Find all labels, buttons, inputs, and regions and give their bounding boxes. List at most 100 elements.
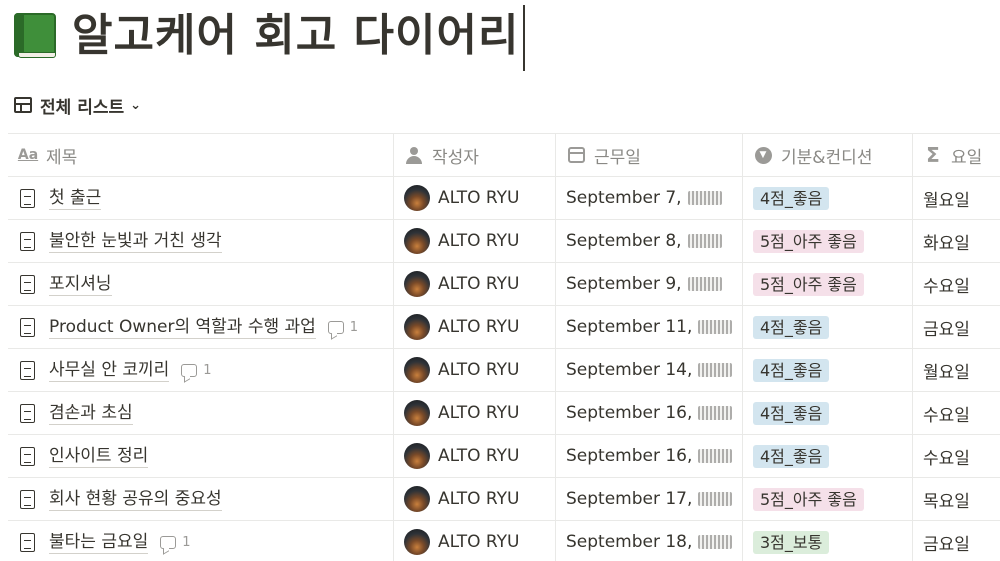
comment-icon [181, 363, 198, 377]
title-cell[interactable]: 회사 현황 공유의 중요성 [8, 478, 394, 520]
mood-tag: 3점_보통 [753, 530, 830, 554]
mood-cell[interactable]: 5점_아주 좋음 [743, 220, 913, 262]
mood-tag: 5점_아주 좋음 [753, 272, 864, 296]
comment-count[interactable]: 1 [181, 363, 212, 378]
column-header-author[interactable]: 작성자 [394, 134, 556, 176]
title-cell[interactable]: 첫 출근 [8, 177, 394, 219]
table-row[interactable]: 불타는 금요일 1 ALTO RYU September 18, 3점_보통 금… [8, 521, 1000, 561]
row-title[interactable]: 불타는 금요일 [49, 531, 149, 554]
title-cell[interactable]: 사무실 안 코끼리 1 [8, 349, 394, 391]
mood-cell[interactable]: 4점_좋음 [743, 392, 913, 434]
workday-cell[interactable]: September 8, [556, 220, 743, 262]
workday-date: September 8, [566, 231, 682, 251]
calendar-icon [567, 147, 585, 163]
page-title[interactable]: 알고케어 회고 다이어리 [72, 0, 526, 71]
title-cell[interactable]: 불안한 눈빛과 거친 생각 [8, 220, 394, 262]
title-cell[interactable]: 불타는 금요일 1 [8, 521, 394, 561]
column-header-day[interactable]: Σ 요일 [913, 134, 1000, 176]
day-cell: 화요일 [913, 220, 1000, 262]
table-row[interactable]: 회사 현황 공유의 중요성 ALTO RYU September 17, 5점_… [8, 478, 1000, 521]
column-header-mood[interactable]: ▼ 기분&컨디션 [743, 134, 913, 176]
comment-count[interactable]: 1 [160, 535, 191, 550]
weekday: 수요일 [923, 276, 970, 297]
author-cell[interactable]: ALTO RYU [394, 349, 556, 391]
mood-cell[interactable]: 4점_좋음 [743, 349, 913, 391]
redacted-year [698, 363, 733, 377]
workday-cell[interactable]: September 14, [556, 349, 743, 391]
mood-cell[interactable]: 4점_좋음 [743, 177, 913, 219]
author-cell[interactable]: ALTO RYU [394, 177, 556, 219]
workday-cell[interactable]: September 11, [556, 306, 743, 348]
mood-cell[interactable]: 4점_좋음 [743, 306, 913, 348]
row-title[interactable]: 인사이트 정리 [49, 445, 149, 468]
workday-cell[interactable]: September 18, [556, 521, 743, 561]
workday-cell[interactable]: September 16, [556, 435, 743, 477]
title-cell[interactable]: Product Owner의 역할과 수행 과업 1 [8, 306, 394, 348]
author-cell[interactable]: ALTO RYU [394, 478, 556, 520]
weekday: 금요일 [923, 319, 970, 340]
row-title[interactable]: 포지셔닝 [49, 273, 112, 296]
table-row[interactable]: 불안한 눈빛과 거친 생각 ALTO RYU September 8, 5점_아… [8, 220, 1000, 263]
day-cell: 수요일 [913, 435, 1000, 477]
redacted-year [687, 234, 722, 248]
row-title[interactable]: Product Owner의 역할과 수행 과업 [49, 316, 316, 339]
author-cell[interactable]: ALTO RYU [394, 521, 556, 561]
avatar [404, 400, 430, 426]
day-cell: 수요일 [913, 392, 1000, 434]
author-cell[interactable]: ALTO RYU [394, 263, 556, 305]
mood-tag: 4점_좋음 [753, 186, 830, 210]
author-cell[interactable]: ALTO RYU [394, 435, 556, 477]
author-cell[interactable]: ALTO RYU [394, 306, 556, 348]
table-row[interactable]: 첫 출근 ALTO RYU September 7, 4점_좋음 월요일 [8, 177, 1000, 220]
page-icon [20, 360, 35, 380]
table-row[interactable]: 포지셔닝 ALTO RYU September 9, 5점_아주 좋음 수요일 [8, 263, 1000, 306]
row-title[interactable]: 회사 현황 공유의 중요성 [49, 488, 222, 511]
mood-cell[interactable]: 3점_보통 [743, 521, 913, 561]
row-title[interactable]: 사무실 안 코끼리 [49, 359, 170, 382]
author-cell[interactable]: ALTO RYU [394, 392, 556, 434]
view-selector[interactable]: 전체 리스트 ⌄ [14, 92, 141, 118]
workday-date: September 11, [566, 317, 693, 337]
row-title[interactable]: 불안한 눈빛과 거친 생각 [49, 230, 222, 253]
mood-cell[interactable]: 5점_아주 좋음 [743, 263, 913, 305]
table-row[interactable]: 사무실 안 코끼리 1 ALTO RYU September 14, 4점_좋음… [8, 349, 1000, 392]
table-row[interactable]: Product Owner의 역할과 수행 과업 1 ALTO RYU Sept… [8, 306, 1000, 349]
page-icon [20, 403, 35, 423]
title-cell[interactable]: 인사이트 정리 [8, 435, 394, 477]
chevron-down-icon: ⌄ [130, 97, 142, 113]
author-name: ALTO RYU [438, 489, 520, 509]
column-header-title[interactable]: Aa 제목 [8, 134, 394, 176]
workday-cell[interactable]: September 9, [556, 263, 743, 305]
workday-date: September 17, [566, 489, 693, 509]
table-row[interactable]: 인사이트 정리 ALTO RYU September 16, 4점_좋음 수요일 [8, 435, 1000, 478]
avatar [404, 271, 430, 297]
column-header-workday[interactable]: 근무일 [556, 134, 743, 176]
row-title[interactable]: 첫 출근 [49, 187, 102, 210]
redacted-year [698, 406, 733, 420]
workday-cell[interactable]: September 7, [556, 177, 743, 219]
comment-count[interactable]: 1 [327, 320, 358, 335]
row-title[interactable]: 겸손과 초심 [49, 402, 133, 425]
mood-cell[interactable]: 5점_아주 좋음 [743, 478, 913, 520]
redacted-year [698, 320, 733, 334]
author-name: ALTO RYU [438, 231, 520, 251]
avatar [404, 314, 430, 340]
green-book-icon[interactable] [12, 10, 58, 60]
title-cell[interactable]: 겸손과 초심 [8, 392, 394, 434]
text-cursor [523, 5, 526, 71]
weekday: 수요일 [923, 448, 970, 469]
redacted-year [698, 492, 733, 506]
workday-cell[interactable]: September 16, [556, 392, 743, 434]
workday-date: September 16, [566, 403, 693, 423]
weekday: 수요일 [923, 405, 970, 426]
author-name: ALTO RYU [438, 403, 520, 423]
title-cell[interactable]: 포지셔닝 [8, 263, 394, 305]
page-icon [20, 532, 35, 552]
workday-cell[interactable]: September 17, [556, 478, 743, 520]
author-cell[interactable]: ALTO RYU [394, 220, 556, 262]
table-icon [14, 97, 32, 113]
mood-tag: 5점_아주 좋음 [753, 487, 864, 511]
table-row[interactable]: 겸손과 초심 ALTO RYU September 16, 4점_좋음 수요일 [8, 392, 1000, 435]
author-name: ALTO RYU [438, 274, 520, 294]
mood-cell[interactable]: 4점_좋음 [743, 435, 913, 477]
